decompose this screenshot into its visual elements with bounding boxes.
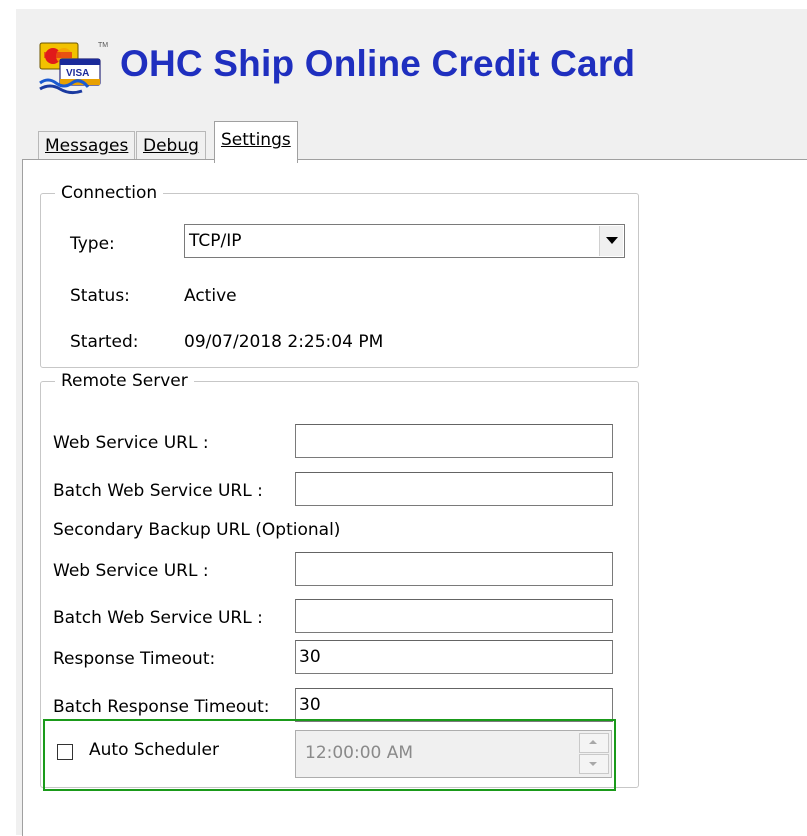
tab-messages-label: Messages: [45, 136, 129, 156]
started-label: Started:: [70, 332, 139, 352]
response-timeout-label: Response Timeout:: [53, 649, 216, 669]
dropdown-arrow-button[interactable]: [599, 226, 623, 256]
secondary-batch-web-service-url-input[interactable]: [295, 599, 613, 633]
tab-debug-label: Debug: [143, 136, 199, 156]
spin-up-icon: [589, 740, 597, 744]
remote-server-legend: Remote Server: [61, 371, 188, 391]
secondary-backup-heading: Secondary Backup URL (Optional): [53, 520, 341, 540]
type-label: Type:: [70, 234, 115, 254]
web-service-url-label: Web Service URL :: [53, 433, 209, 453]
app-title: OHC Ship Online Credit Card: [120, 43, 636, 84]
started-value: 09/07/2018 2:25:04 PM: [184, 332, 384, 352]
web-service-url-input[interactable]: [295, 424, 613, 458]
response-timeout-input[interactable]: 30: [295, 640, 613, 674]
status-label: Status:: [70, 286, 130, 306]
spin-down-button[interactable]: [579, 754, 609, 774]
secondary-web-service-url-input[interactable]: [295, 552, 613, 586]
status-value: Active: [184, 286, 237, 306]
connection-legend: Connection: [61, 183, 158, 203]
batch-response-timeout-label: Batch Response Timeout:: [53, 697, 270, 717]
secondary-web-service-url-label: Web Service URL :: [53, 561, 209, 581]
tab-debug[interactable]: Debug: [136, 131, 206, 161]
scheduler-time-value: 12:00:00 AM: [305, 743, 414, 763]
secondary-batch-web-service-url-label: Batch Web Service URL :: [53, 608, 263, 628]
application-window: VISA TM OHC Ship Online Credit Card Mess…: [16, 9, 807, 836]
auto-scheduler-checkbox[interactable]: [57, 744, 73, 760]
connection-type-value: TCP/IP: [189, 231, 242, 251]
scheduler-time-picker[interactable]: 12:00:00 AM: [295, 730, 612, 778]
connection-type-select[interactable]: TCP/IP: [184, 224, 625, 258]
svg-text:TM: TM: [98, 42, 108, 49]
batch-web-service-url-label: Batch Web Service URL :: [53, 481, 263, 501]
auto-scheduler-highlight: Auto Scheduler 12:00:00 AM: [43, 719, 616, 791]
tab-settings-label: Settings: [221, 130, 291, 150]
spin-up-button[interactable]: [579, 733, 609, 753]
batch-web-service-url-input[interactable]: [295, 472, 613, 506]
tab-settings[interactable]: Settings: [214, 121, 298, 163]
tab-messages[interactable]: Messages: [38, 131, 136, 161]
credit-card-logo-icon: VISA TM: [39, 42, 108, 95]
auto-scheduler-label: Auto Scheduler: [89, 740, 219, 760]
app-header: VISA TM OHC Ship Online Credit Card: [38, 31, 798, 103]
svg-text:VISA: VISA: [66, 68, 89, 79]
chevron-down-icon: [606, 237, 618, 244]
spin-down-icon: [589, 762, 597, 766]
batch-response-timeout-input[interactable]: 30: [295, 688, 613, 722]
